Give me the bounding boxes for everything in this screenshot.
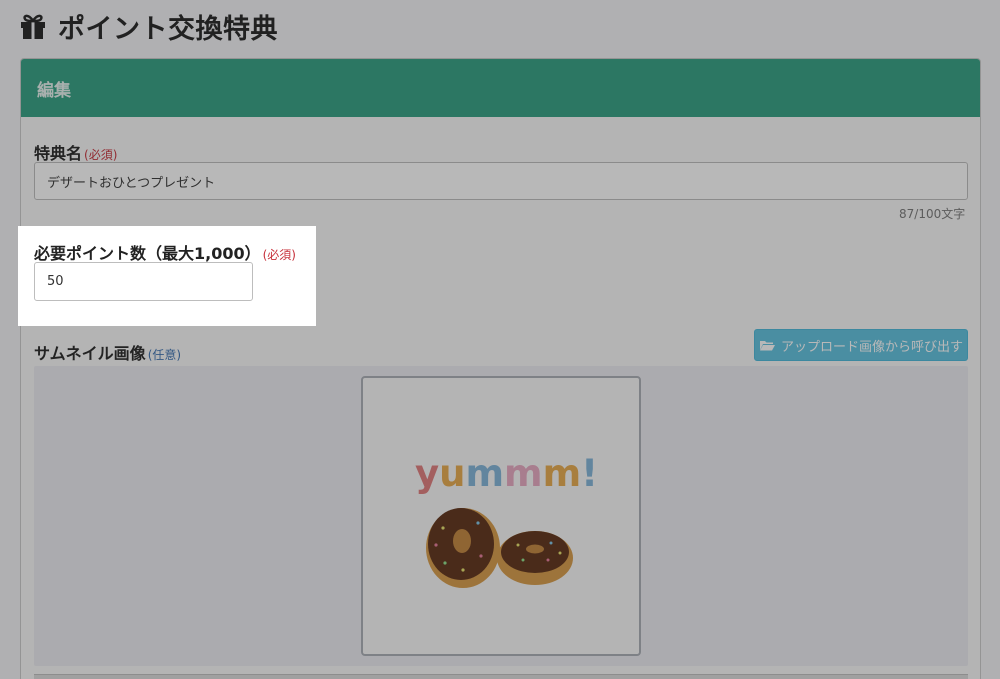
folder-open-icon	[759, 341, 775, 351]
page-title-text: ポイント交換特典	[58, 13, 278, 45]
thumbnail-preview: yummm!	[361, 376, 641, 656]
required-marker: (必須)	[84, 148, 118, 162]
panel-header-title: 編集	[37, 80, 71, 101]
required-points-label: 必要ポイント数（最大1,000） (必須)	[34, 240, 296, 264]
upload-image-button-label: アップロード画像から呼び出す	[780, 339, 963, 355]
required-points-label-text: 必要ポイント数（最大1,000）	[34, 244, 261, 263]
benefit-name-value: デザートおひとつプレゼント	[47, 175, 216, 191]
benefit-name-label-text: 特典名	[34, 144, 83, 163]
panel-header: 編集	[21, 59, 980, 117]
required-points-highlight: 必要ポイント数（最大1,000） (必須) 50	[18, 226, 316, 326]
bottom-scroll-bar	[34, 674, 968, 679]
thumbnail-label: サムネイル画像 (任意)	[34, 340, 181, 364]
benefit-name-input[interactable]: デザートおひとつプレゼント	[34, 162, 968, 200]
optional-marker: (任意)	[147, 348, 182, 362]
yummm-text: yummm!	[415, 452, 598, 495]
upload-image-button[interactable]: アップロード画像から呼び出す	[754, 329, 968, 361]
donut-illustration: yummm!	[415, 452, 598, 588]
benefit-name-label: 特典名 (必須)	[34, 140, 117, 164]
page-title: ポイント交換特典	[18, 6, 278, 46]
required-points-value: 50	[47, 274, 64, 289]
required-points-input[interactable]: 50	[34, 262, 253, 301]
gift-icon	[21, 14, 45, 39]
thumbnail-label-text: サムネイル画像	[34, 344, 146, 363]
character-counter: 87/100文字	[899, 207, 966, 221]
page-root: ポイント交換特典 編集 特典名 (必須) デザートおひとつプレゼント 87/100…	[0, 0, 1000, 679]
required-marker: (必須)	[262, 248, 296, 262]
